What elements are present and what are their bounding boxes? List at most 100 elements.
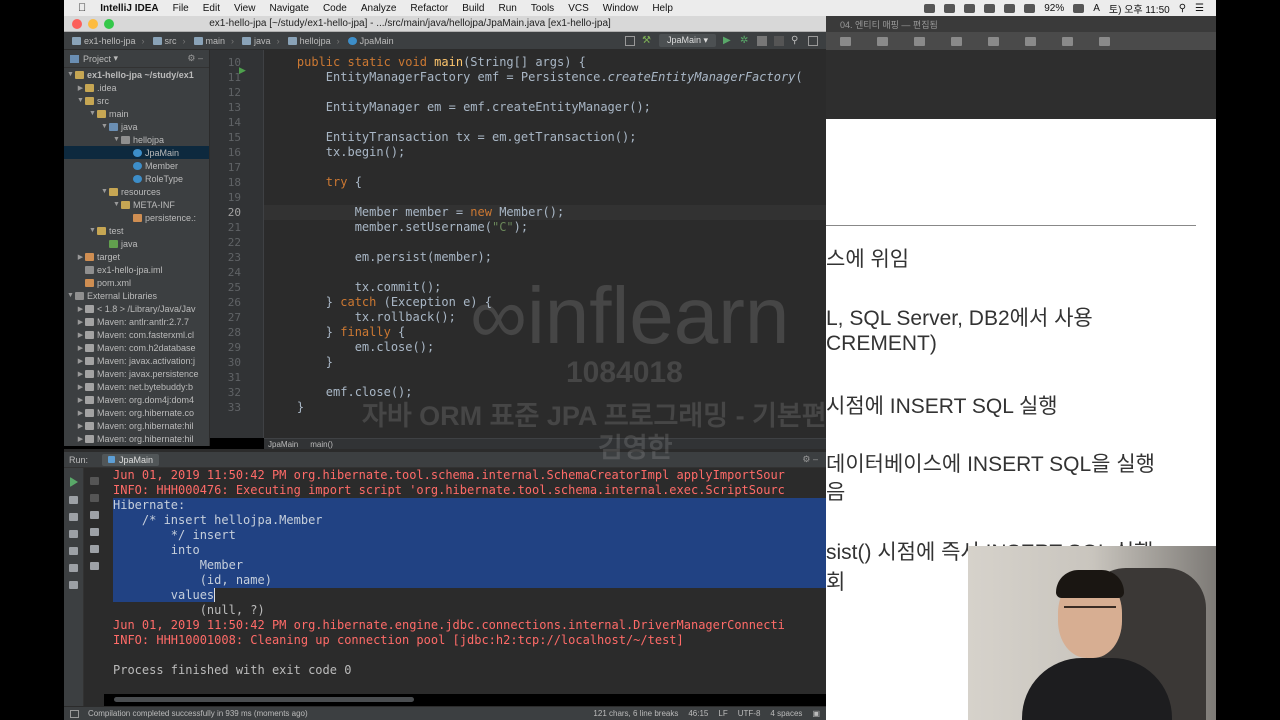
tree-item[interactable]: ▼ main: [64, 107, 209, 120]
run-configuration-select[interactable]: JpaMain ▾: [658, 34, 716, 47]
input-source-icon[interactable]: A: [1093, 3, 1100, 14]
breadcrumb-src[interactable]: src ›: [152, 36, 186, 46]
document-icon[interactable]: [1099, 36, 1110, 46]
chevron-down-icon[interactable]: ▼: [88, 227, 97, 234]
tree-item[interactable]: ▶: [64, 445, 209, 446]
tree-item[interactable]: ▶ < 1.8 > /Library/Java/Jav: [64, 302, 209, 315]
trash-icon[interactable]: [89, 562, 99, 570]
tree-item[interactable]: java: [64, 237, 209, 250]
bluetooth-icon[interactable]: [984, 3, 996, 13]
chevron-right-icon[interactable]: ▶: [76, 344, 85, 352]
animate-icon[interactable]: [1062, 36, 1073, 46]
app-name[interactable]: IntelliJ IDEA: [100, 3, 158, 14]
project-view-title[interactable]: Project: [83, 54, 111, 64]
chevron-right-icon[interactable]: ▶: [76, 357, 85, 365]
run-gutter-icon[interactable]: ▶: [239, 65, 246, 76]
breadcrumb-java[interactable]: java ›: [242, 36, 280, 46]
tray-app-icon[interactable]: [924, 3, 936, 13]
battery-percent[interactable]: 92%: [1044, 3, 1064, 14]
code-line[interactable]: }: [264, 400, 826, 415]
tree-item[interactable]: ▶ Maven: org.hibernate.co: [64, 406, 209, 419]
zoom-window-button[interactable]: [104, 18, 114, 29]
code-line[interactable]: [264, 160, 826, 175]
tree-item[interactable]: ▶ target: [64, 250, 209, 263]
code-line[interactable]: [264, 190, 826, 205]
layout-icon[interactable]: [69, 564, 78, 572]
chevron-down-icon[interactable]: ▼: [66, 292, 75, 299]
pin-icon[interactable]: [69, 581, 78, 589]
project-view-header[interactable]: Project ▾ ⚙ ‒: [64, 50, 209, 68]
code-line[interactable]: EntityManagerFactory emf = Persistence.c…: [264, 70, 826, 85]
spotlight-search-icon[interactable]: ⚲: [1179, 3, 1186, 14]
vcs-icon[interactable]: [808, 35, 818, 46]
tree-item[interactable]: ▶ Maven: net.bytebuddy:b: [64, 380, 209, 393]
file-encoding[interactable]: UTF-8: [738, 709, 761, 718]
stop-icon[interactable]: [69, 496, 78, 504]
stop-icon[interactable]: [774, 35, 784, 46]
chevron-down-icon[interactable]: ▼: [100, 123, 109, 130]
chevron-right-icon[interactable]: ▶: [76, 331, 85, 339]
collaborate-icon[interactable]: [988, 36, 999, 46]
indent-setting[interactable]: 4 spaces: [770, 709, 802, 718]
battery-icon[interactable]: [1073, 3, 1085, 13]
chevron-right-icon[interactable]: ▶: [76, 253, 85, 261]
tree-item[interactable]: ▶ Maven: org.hibernate:hil: [64, 419, 209, 432]
code-line[interactable]: member.setUsername("C");: [264, 220, 826, 235]
code-line-current[interactable]: Member member = new Member();: [264, 205, 826, 220]
tool-windows-toggle-icon[interactable]: [70, 709, 79, 718]
run-tab-jpamain[interactable]: JpaMain: [102, 453, 160, 466]
shape-tool-icon[interactable]: [877, 36, 888, 46]
editor-breadcrumb-class[interactable]: JpaMain: [268, 440, 298, 449]
project-structure-icon[interactable]: [624, 35, 635, 46]
tree-item[interactable]: persistence.:: [64, 211, 209, 224]
tree-item[interactable]: pom.xml: [64, 276, 209, 289]
print-icon[interactable]: [89, 545, 99, 553]
volume-icon[interactable]: [1024, 3, 1036, 13]
menu-help[interactable]: Help: [652, 3, 673, 14]
chevron-down-icon[interactable]: ▼: [76, 97, 85, 104]
chevron-right-icon[interactable]: ▶: [76, 422, 85, 430]
down-arrow-icon[interactable]: [89, 494, 99, 502]
breadcrumb-jpamain[interactable]: JpaMain: [347, 36, 394, 46]
code-line[interactable]: public static void main(String[] args) {: [264, 55, 826, 70]
line-separator[interactable]: LF: [718, 709, 727, 718]
chevron-down-icon[interactable]: ▼: [88, 110, 97, 117]
chevron-down-icon[interactable]: ▼: [112, 136, 121, 143]
code-line[interactable]: } finally {: [264, 325, 826, 340]
control-center-icon[interactable]: ☰: [1195, 3, 1204, 14]
editor-gutter[interactable]: 10 11 12 13 14 15 16 17 18 19 20 21 22 2…: [210, 50, 264, 438]
tree-item[interactable]: ▶ Maven: com.h2database: [64, 341, 209, 354]
code-line[interactable]: emf.close();: [264, 385, 826, 400]
chevron-down-icon[interactable]: ▼: [112, 201, 121, 208]
lock-icon[interactable]: ▣: [812, 709, 820, 718]
search-icon[interactable]: ⚲: [791, 35, 801, 46]
rerun-icon[interactable]: [69, 477, 78, 487]
chevron-right-icon[interactable]: ▶: [76, 396, 85, 404]
tree-item[interactable]: ▶ Maven: org.dom4j:dom4: [64, 393, 209, 406]
tree-item[interactable]: ▼ resources: [64, 185, 209, 198]
tray-app-icon[interactable]: [944, 3, 956, 13]
wifi-icon[interactable]: [1004, 3, 1016, 13]
code-line[interactable]: [264, 115, 826, 130]
code-line[interactable]: [264, 370, 826, 385]
code-line[interactable]: }: [264, 355, 826, 370]
menu-file[interactable]: File: [173, 3, 189, 14]
menu-tools[interactable]: Tools: [531, 3, 554, 14]
chevron-right-icon[interactable]: ▶: [76, 409, 85, 417]
breadcrumb-main[interactable]: main ›: [193, 36, 234, 46]
code-line[interactable]: tx.commit();: [264, 280, 826, 295]
editor-breadcrumb-method[interactable]: main(): [310, 440, 333, 449]
code-line[interactable]: try {: [264, 175, 826, 190]
status-message[interactable]: Compilation completed successfully in 93…: [88, 709, 308, 718]
tree-item[interactable]: ▶ Maven: org.hibernate:hil: [64, 432, 209, 445]
code-line[interactable]: em.persist(member);: [264, 250, 826, 265]
tree-item[interactable]: ▼ hellojpa: [64, 133, 209, 146]
tree-item-selected[interactable]: JpaMain: [64, 146, 209, 159]
settings-icon[interactable]: [69, 547, 78, 555]
chevron-down-icon[interactable]: ▼: [66, 71, 75, 78]
pause-icon[interactable]: [69, 513, 78, 521]
run-icon[interactable]: ▶: [723, 35, 733, 46]
tree-item[interactable]: ▶ Maven: javax.persistence: [64, 367, 209, 380]
menu-analyze[interactable]: Analyze: [361, 3, 397, 14]
code-line[interactable]: em.close();: [264, 340, 826, 355]
